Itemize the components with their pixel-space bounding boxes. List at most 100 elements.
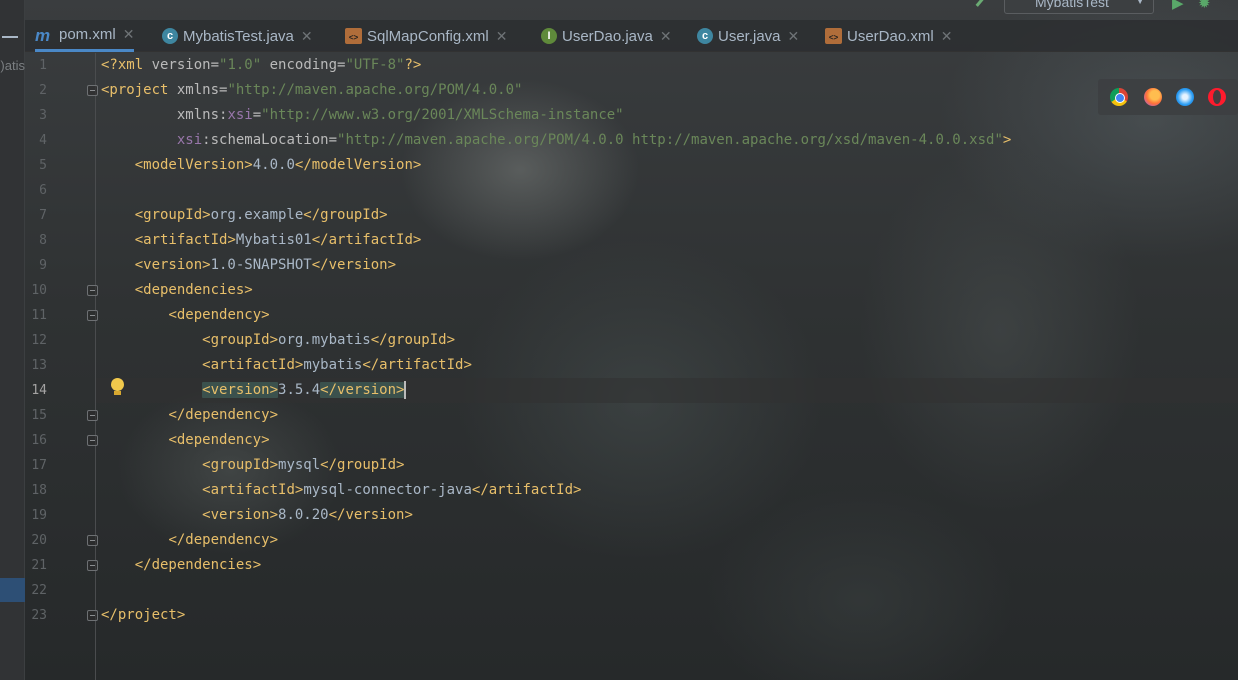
tab-label: User.java (718, 27, 781, 45)
code-token-tag: </version> (311, 257, 397, 273)
tab-userdao-xml[interactable]: <> UserDao.xml ✕ (825, 20, 952, 52)
fold-marker-icon[interactable] (87, 435, 98, 446)
tab-user-java[interactable]: c User.java ✕ (697, 20, 799, 52)
code-line[interactable]: </dependency> (101, 528, 278, 553)
line-number: 6 (39, 183, 47, 198)
xml-file-icon: <> (345, 28, 362, 44)
code-line[interactable]: <artifactId>Mybatis01</artifactId> (101, 228, 422, 253)
code-token-str: "http://maven.apache.org/POM/4.0.0" (227, 82, 523, 98)
code-line[interactable]: xmlns:xsi="http://www.w3.org/2001/XMLSch… (101, 103, 624, 128)
code-line[interactable]: </project> (101, 603, 185, 628)
code-token-tag: <dependency> (168, 307, 270, 323)
tab-pom-xml[interactable]: m pom.xml ✕ (35, 20, 135, 52)
chevron-down-icon: ▼ (1135, 0, 1145, 7)
fold-marker-icon[interactable] (87, 535, 98, 546)
fold-marker-icon[interactable] (87, 560, 98, 571)
code-token-tag: </groupId> (303, 207, 388, 223)
code-token-tag: <dependency> (168, 432, 270, 448)
fold-marker-icon[interactable] (87, 610, 98, 621)
fold-marker-icon[interactable] (87, 310, 98, 321)
code-token-attr: encoding= (261, 57, 346, 73)
code-token-tag: </dependency> (168, 407, 279, 423)
code-line[interactable]: <dependency> (101, 303, 270, 328)
code-token-tag: <version> (202, 382, 279, 398)
code-line[interactable]: xsi:schemaLocation="http://maven.apache.… (101, 128, 1011, 153)
line-number: 23 (31, 608, 47, 623)
code-token-tag: <dependencies> (134, 282, 253, 298)
tab-userdao-java[interactable]: I UserDao.java ✕ (541, 20, 672, 52)
run-triangle-icon[interactable]: ▶ (1172, 0, 1184, 12)
line-number: 1 (39, 58, 47, 73)
code-token-tag: </artifactId> (311, 232, 422, 248)
line-number-gutter[interactable]: 1 2 3 4 5 6 7 8 9 10 11 12 13 14 15 16 17 18 19 20 21 22 23 (25, 53, 95, 680)
code-token-tag: <version> (202, 507, 279, 523)
code-token-str: "http://www.w3.org/2001/XMLSchema-instan… (261, 107, 624, 123)
code-line[interactable]: </dependency> (101, 403, 278, 428)
code-editor[interactable]: <?xml version="1.0" encoding="UTF-8"?> <p… (101, 53, 1231, 673)
code-token-tag: </artifactId> (362, 357, 472, 373)
code-token-text: Mybatis01 (235, 232, 312, 248)
code-line[interactable]: <project xmlns="http://maven.apache.org/… (101, 78, 522, 103)
code-token-tag: <groupId> (202, 332, 279, 348)
close-icon[interactable]: ✕ (301, 28, 313, 45)
line-number: 19 (31, 508, 47, 523)
tab-label: UserDao.xml (847, 27, 934, 45)
close-icon[interactable]: ✕ (123, 26, 135, 43)
code-line[interactable]: <groupId>org.mybatis</groupId> (101, 328, 455, 353)
build-hammer-icon[interactable] (967, 0, 987, 7)
class-c-icon: c (162, 28, 178, 44)
code-line[interactable]: <artifactId>mysql-connector-java</artifa… (101, 478, 581, 503)
project-tree-partial-label[interactable]: atis( (0, 58, 25, 73)
line-number: 5 (39, 158, 47, 173)
close-icon[interactable]: ✕ (941, 28, 953, 45)
code-line[interactable]: <groupId>mysql</groupId> (101, 453, 404, 478)
code-line[interactable]: <dependencies> (101, 278, 253, 303)
code-token-tag: > (1002, 132, 1012, 148)
code-token-attr: = (252, 107, 262, 123)
bug-icon[interactable]: ✹ (1198, 0, 1211, 12)
close-icon[interactable]: ✕ (660, 28, 672, 45)
tab-mybatistest-java[interactable]: c MybatisTest.java ✕ (162, 20, 313, 52)
line-number: 11 (31, 308, 47, 323)
code-line[interactable]: <artifactId>mybatis</artifactId> (101, 353, 472, 378)
project-tree-selection[interactable] (0, 578, 25, 602)
code-token-tag: <modelVersion> (134, 157, 253, 173)
code-token-text: 3.5.4 (278, 382, 321, 398)
close-icon[interactable]: ✕ (788, 28, 800, 45)
fold-marker-icon[interactable] (87, 285, 98, 296)
code-line[interactable]: <groupId>org.example</groupId> (101, 203, 388, 228)
code-token-str: "http://maven.apache.org/POM/4.0.0 http:… (337, 132, 1003, 148)
close-icon[interactable]: ✕ (496, 28, 508, 45)
run-configuration-dropdown[interactable]: MybatisTest ▼ (1004, 0, 1154, 14)
code-token-tag: <?xml (101, 57, 152, 73)
code-line[interactable]: <version>3.5.4</version> (101, 378, 407, 403)
code-token-attr: :schemaLocation= (202, 132, 338, 148)
text-cursor (404, 381, 407, 399)
line-number: 20 (31, 533, 47, 548)
collapse-icon[interactable] (2, 36, 18, 38)
code-token-attr: xmlns: (176, 107, 228, 123)
line-number: 7 (39, 208, 47, 223)
code-line[interactable]: <?xml version="1.0" encoding="UTF-8"?> (101, 53, 421, 78)
code-line[interactable]: <version>8.0.20</version> (101, 503, 413, 528)
code-line[interactable]: <version>1.0-SNAPSHOT</version> (101, 253, 396, 278)
code-token-str: "1.0" (219, 57, 262, 73)
fold-marker-icon[interactable] (87, 85, 98, 96)
code-line[interactable]: </dependencies> (101, 553, 261, 578)
code-line[interactable]: <dependency> (101, 428, 270, 453)
code-line[interactable]: <modelVersion>4.0.0</modelVersion> (101, 153, 422, 178)
main-toolbar: MybatisTest ▼ ▶ ✹ (960, 0, 1238, 20)
code-token-tag: </dependencies> (134, 557, 262, 573)
fold-marker-icon[interactable] (87, 410, 98, 421)
tab-sqlmapconfig-xml[interactable]: <> SqlMapConfig.xml ✕ (345, 20, 507, 52)
